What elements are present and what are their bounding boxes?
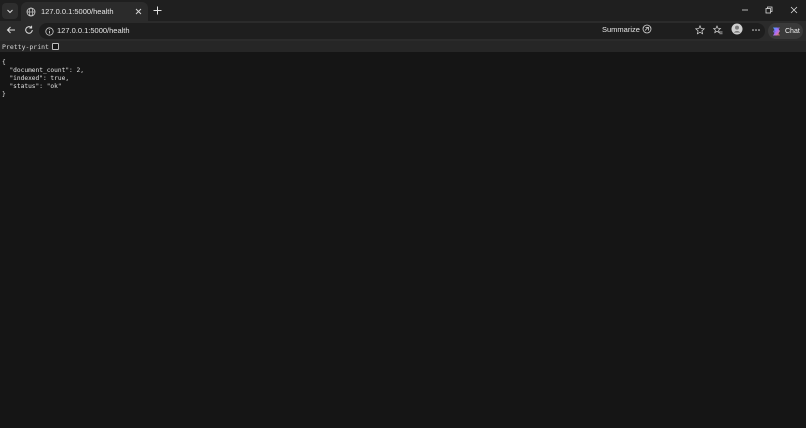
favorite-star-button[interactable] (693, 24, 707, 38)
close-icon (790, 1, 798, 19)
json-line: "document_count": 2, (2, 67, 84, 74)
summarize-label: Summarize (602, 24, 640, 34)
chevron-down-icon (6, 2, 14, 20)
pretty-print-label: Pretty-print (2, 42, 49, 51)
restore-icon (765, 1, 773, 19)
restore-button[interactable] (762, 3, 776, 17)
close-icon[interactable] (132, 6, 144, 18)
minimize-button[interactable] (738, 3, 752, 17)
profile-button[interactable] (730, 22, 744, 40)
minimize-icon (741, 1, 749, 19)
pretty-print-bar: Pretty-print (0, 41, 806, 52)
json-line: { (2, 59, 6, 66)
browser-toolbar: 127.0.0.1:5000/health Summarize Chat (0, 21, 806, 41)
close-window-button[interactable] (787, 3, 801, 17)
profile-icon (731, 22, 743, 40)
new-tab-button[interactable] (151, 4, 164, 17)
address-bar[interactable]: 127.0.0.1:5000/health (39, 23, 765, 39)
tab-title: 127.0.0.1:5000/health (41, 7, 114, 16)
title-bar: 127.0.0.1:5000/health (0, 0, 806, 21)
more-button[interactable] (749, 24, 763, 38)
info-icon[interactable] (44, 26, 54, 36)
chat-label: Chat (785, 27, 800, 35)
url-text[interactable]: 127.0.0.1:5000/health (57, 26, 130, 35)
reload-icon (24, 22, 34, 40)
copilot-icon (771, 26, 782, 37)
summarize-button[interactable]: Summarize (602, 24, 652, 34)
tab-actions-menu-button[interactable] (2, 3, 18, 19)
json-line: "indexed": true, (2, 75, 70, 82)
plus-icon (153, 2, 162, 20)
json-response: { "document_count": 2, "indexed": true, … (2, 59, 84, 99)
favorites-button[interactable] (711, 24, 725, 38)
summarize-icon (642, 24, 652, 34)
copilot-chat-button[interactable]: Chat (768, 23, 803, 39)
tab-health[interactable]: 127.0.0.1:5000/health (21, 2, 148, 21)
favorites-icon (712, 22, 723, 40)
back-button[interactable] (4, 24, 18, 38)
json-line: "status": "ok" (2, 83, 62, 90)
page-content: Pretty-print { "document_count": 2, "ind… (0, 41, 806, 428)
reload-button[interactable] (22, 24, 36, 38)
more-icon (751, 22, 761, 40)
favorite-star-icon (694, 22, 706, 40)
globe-icon (26, 7, 36, 17)
json-line: } (2, 91, 6, 98)
pretty-print-checkbox[interactable] (51, 43, 59, 50)
back-icon (6, 22, 16, 40)
